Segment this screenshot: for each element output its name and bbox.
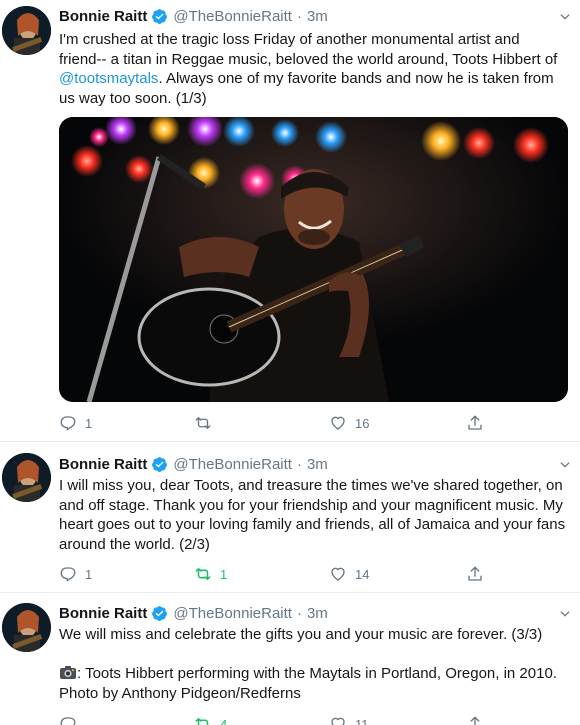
timestamp[interactable]: 3m [307, 456, 328, 473]
tweet-2[interactable]: Bonnie Raitt @TheBonnieRaitt · 3m I will… [0, 450, 580, 590]
tweet-divider [0, 592, 580, 593]
tweet-text: I'm crushed at the tragic loss Friday of… [59, 30, 574, 108]
mention-link[interactable]: @tootsmaytals [59, 70, 158, 87]
reply-count: 1 [85, 566, 93, 582]
tweet-text-blank [59, 645, 574, 665]
tweet-actions: 1 16 [59, 413, 519, 433]
tweet-header: Bonnie Raitt @TheBonnieRaitt · 3m [59, 6, 328, 26]
avatar[interactable] [2, 603, 51, 652]
retweet-button[interactable] [194, 413, 220, 433]
retweet-button[interactable]: 1 [194, 564, 227, 584]
avatar[interactable] [2, 453, 51, 502]
author-handle[interactable]: @TheBonnieRaitt [173, 605, 292, 622]
tweet-text-line: I'm crushed at the tragic loss Friday of… [59, 31, 520, 48]
tweet-photo[interactable] [59, 117, 568, 402]
author-handle[interactable]: @TheBonnieRaitt [173, 8, 292, 25]
tweet-text-line: around the world. (2/3) [59, 535, 210, 553]
share-icon [468, 566, 482, 581]
tweet-text-line: friend-- a titan in Reggae music, belove… [59, 50, 558, 68]
verified-badge-icon [152, 456, 168, 472]
retweet-icon [195, 417, 211, 429]
tweet-actions: 1 1 14 [59, 564, 519, 584]
like-icon [331, 567, 345, 581]
like-count: 16 [355, 415, 370, 431]
tweet-text-line: and off stage. Thank you for your friend… [59, 496, 563, 514]
tweet-text-line: : Toots Hibbert performing with the Mayt… [59, 664, 574, 684]
reply-button[interactable]: 1 [59, 413, 92, 433]
tweet-text: We will miss and celebrate the gifts you… [59, 625, 574, 703]
reply-button[interactable]: 1 [59, 564, 92, 584]
avatar[interactable] [2, 6, 51, 55]
reply-icon [60, 717, 76, 725]
tweet-1[interactable]: Bonnie Raitt @TheBonnieRaitt · 3m I'm cr… [0, 0, 580, 440]
like-button[interactable]: 16 [329, 413, 369, 433]
tweet-text: I will miss you, dear Toots, and treasur… [59, 476, 574, 554]
reply-count: 1 [85, 415, 93, 431]
timestamp[interactable]: 3m [307, 8, 328, 25]
like-button[interactable]: 11 [329, 714, 369, 725]
author-name[interactable]: Bonnie Raitt [59, 8, 147, 25]
tweet-text-line: @tootsmaytals. Always one of my favorite… [59, 69, 574, 89]
tweet-actions: 4 11 [59, 714, 519, 725]
retweet-icon [195, 718, 209, 725]
share-icon [470, 716, 480, 725]
share-button[interactable] [466, 413, 484, 433]
like-count: 11 [355, 716, 369, 725]
like-icon [331, 416, 345, 430]
separator: · [296, 7, 302, 25]
tweet-text-line: us way too soon. (1/3) [59, 89, 207, 107]
chevron-down-icon[interactable] [558, 458, 572, 472]
chevron-down-icon[interactable] [558, 607, 572, 621]
like-button[interactable]: 14 [329, 564, 369, 584]
like-count: 14 [355, 566, 370, 582]
tweet-text-line: We will miss and celebrate the gifts you… [59, 626, 543, 643]
tweet-divider [0, 441, 580, 442]
camera-icon [60, 666, 76, 679]
verified-badge-icon [152, 8, 168, 24]
tweet-text-line: I will miss you, dear Toots, and treasur… [59, 477, 563, 494]
chevron-down-icon[interactable] [558, 10, 572, 24]
timestamp[interactable]: 3m [307, 605, 328, 622]
author-name[interactable]: Bonnie Raitt [59, 605, 147, 622]
tweet-text-line: Photo by Anthony Pidgeon/Redferns [59, 684, 301, 702]
retweet-count: 1 [220, 566, 228, 582]
author-name[interactable]: Bonnie Raitt [59, 456, 147, 473]
like-icon [331, 717, 345, 725]
share-icon [468, 415, 482, 430]
verified-badge-icon [152, 605, 168, 621]
retweet-button[interactable]: 4 [194, 714, 227, 725]
share-button[interactable] [466, 564, 484, 584]
retweet-icon [195, 568, 211, 580]
retweet-count: 4 [220, 716, 228, 725]
reply-icon [60, 416, 76, 431]
tweet-text-fragment: : Toots Hibbert performing with the Mayt… [77, 665, 557, 682]
tweet-text-fragment: . Always one of my favorite bands and no… [158, 70, 554, 87]
separator: · [296, 604, 302, 622]
separator: · [296, 455, 302, 473]
share-button[interactable] [466, 714, 484, 725]
tweet-header: Bonnie Raitt @TheBonnieRaitt · 3m [59, 603, 328, 623]
reply-button[interactable] [59, 714, 85, 725]
author-handle[interactable]: @TheBonnieRaitt [173, 456, 292, 473]
tweet-3[interactable]: Bonnie Raitt @TheBonnieRaitt · 3m We wil… [0, 600, 580, 725]
tweet-header: Bonnie Raitt @TheBonnieRaitt · 3m [59, 454, 328, 474]
tweet-text-line: heart goes out to your loving family and… [59, 516, 566, 533]
reply-icon [60, 567, 76, 582]
